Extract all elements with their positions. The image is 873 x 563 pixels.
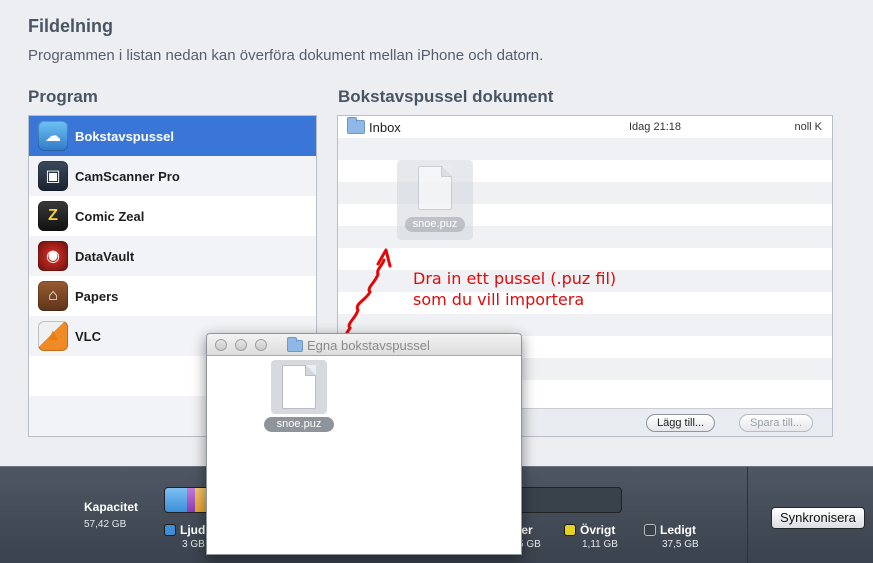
- close-window-button[interactable]: [215, 339, 227, 351]
- finder-titlebar[interactable]: Egna bokstavspussel: [207, 334, 521, 356]
- legend-swatch: [644, 524, 656, 536]
- finder-file-label[interactable]: snoe.puz: [264, 417, 334, 432]
- legend-other: Övrigt: [564, 523, 615, 537]
- drag-ghost-file: snoe.puz: [397, 160, 473, 240]
- minimize-window-button[interactable]: [235, 339, 247, 351]
- vlc-cone-icon: ▲: [38, 321, 68, 351]
- annotation-line-2: som du vill importera: [413, 290, 585, 309]
- capacity-segment-audio: [165, 488, 187, 512]
- document-name: Inbox: [369, 119, 401, 135]
- finder-title-label: Egna bokstavspussel: [307, 338, 430, 353]
- comic-app-icon: Z: [38, 201, 68, 231]
- puzzle-app-icon: ☁: [38, 121, 68, 151]
- legend-size: 3 GB: [182, 539, 205, 550]
- library-app-icon: ⌂: [38, 281, 68, 311]
- finder-window[interactable]: Egna bokstavspussel snoe.puz: [206, 333, 522, 555]
- finder-title: Egna bokstavspussel: [287, 336, 430, 353]
- legend-audio: Ljud: [164, 523, 205, 537]
- program-label: CamScanner Pro: [75, 168, 180, 184]
- zoom-window-button[interactable]: [255, 339, 267, 351]
- drag-ghost-label: snoe.puz: [405, 217, 465, 232]
- document-date: Idag 21:18: [629, 121, 681, 133]
- legend-size: 37,5 GB: [662, 539, 699, 550]
- program-label: Bokstavspussel: [75, 128, 174, 144]
- scanner-app-icon: ▣: [38, 161, 68, 191]
- divider: [747, 467, 748, 563]
- folder-icon: [347, 117, 365, 134]
- legend-swatch: [564, 524, 576, 536]
- legend-label: Övrigt: [580, 523, 616, 537]
- annotation-line-1: Dra in ett pussel (.puz fil): [413, 269, 617, 288]
- legend-label: Ljud: [180, 523, 206, 537]
- legend-label: Ledigt: [660, 523, 696, 537]
- documents-heading: Bokstavspussel dokument: [338, 87, 554, 106]
- document-file-icon[interactable]: [282, 365, 316, 409]
- document-row-inbox[interactable]: Inbox Idag 21:18 noll K: [338, 116, 832, 138]
- add-document-button[interactable]: Lägg till...: [646, 414, 716, 432]
- vault-app-icon: ◉: [38, 241, 68, 271]
- capacity-label: Kapacitet: [84, 500, 139, 514]
- program-item-datavault[interactable]: ◉ DataVault: [29, 236, 316, 276]
- program-item-camscanner[interactable]: ▣ CamScanner Pro: [29, 156, 316, 196]
- legend-swatch: [164, 524, 176, 536]
- program-label: Papers: [75, 288, 119, 304]
- program-item-comic-zeal[interactable]: Z Comic Zeal: [29, 196, 316, 236]
- legend-free: Ledigt: [644, 523, 696, 537]
- program-label: Comic Zeal: [75, 208, 145, 224]
- section-title: Fildelning: [28, 16, 113, 36]
- save-document-button[interactable]: Spara till...: [739, 414, 813, 432]
- section-description: Programmen i listan nedan kan överföra d…: [28, 47, 544, 64]
- annotation-text: Dra in ett pussel (.puz fil) som du vill…: [413, 268, 616, 310]
- legend-size: 1,11 GB: [582, 539, 618, 550]
- capacity-segment-video: [187, 488, 195, 512]
- program-item-papers[interactable]: ⌂ Papers: [29, 276, 316, 316]
- capacity-value: 57,42 GB: [84, 519, 127, 530]
- program-item-bokstavspussel[interactable]: ☁ Bokstavspussel: [29, 116, 316, 156]
- program-label: VLC: [75, 328, 101, 344]
- document-size: noll K: [794, 121, 822, 133]
- sync-button[interactable]: Synkronisera: [771, 507, 865, 529]
- document-file-icon: [418, 166, 452, 210]
- programs-heading: Program: [28, 87, 98, 106]
- folder-icon: [287, 336, 303, 352]
- program-label: DataVault: [75, 248, 135, 264]
